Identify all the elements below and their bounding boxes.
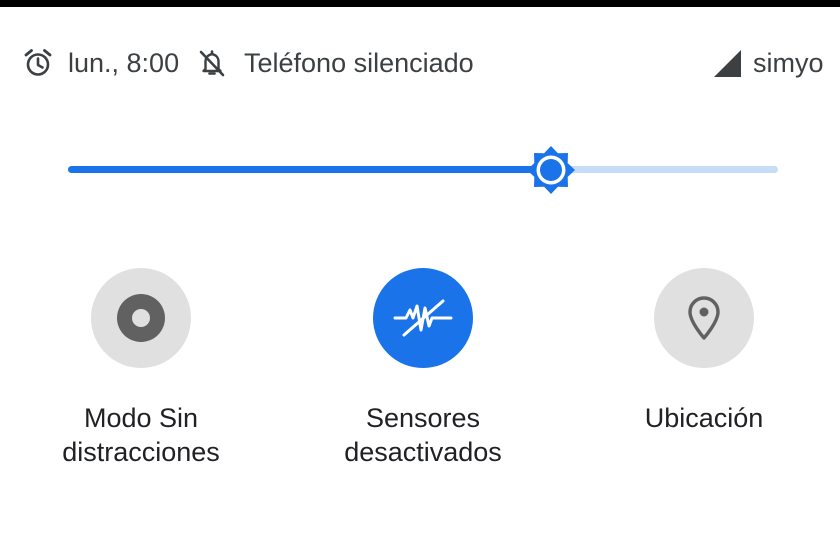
tile-location[interactable]: Ubicación (584, 268, 824, 435)
alarm-status[interactable]: lun., 8:00 (22, 40, 179, 86)
tile-location-label: Ubicación (584, 401, 824, 435)
quick-settings-panel: lun., 8:00 Teléfono silenciado simyo Mod… (0, 0, 840, 560)
alarm-time: lun., 8:00 (68, 47, 180, 78)
tile-sensors-off-label: Sensores desactivados (303, 401, 543, 469)
tile-focus-mode-button[interactable] (91, 268, 191, 368)
tile-sensors-off-button[interactable] (373, 268, 473, 368)
carrier-name: simyo (753, 47, 824, 78)
tile-sensors-off-label-line1: Sensores (365, 403, 481, 433)
tile-focus-mode[interactable]: Modo Sin distracciones (21, 268, 261, 469)
ringer-status-text: Teléfono silenciado (244, 47, 474, 78)
ringer-status[interactable]: Teléfono silenciado (196, 40, 474, 86)
location-pin-icon (686, 295, 722, 341)
tile-focus-mode-label-line2: distracciones (62, 437, 220, 467)
tile-focus-mode-label: Modo Sin distracciones (21, 401, 261, 469)
brightness-slider[interactable] (68, 145, 778, 195)
bell-off-icon (196, 47, 228, 79)
focus-mode-icon (116, 293, 166, 343)
tile-location-button[interactable] (654, 268, 754, 368)
tile-sensors-off-label-line2: desactivados (344, 437, 502, 467)
carrier-status: simyo (712, 40, 824, 86)
top-edge-bar (0, 0, 840, 7)
signal-icon (712, 47, 744, 79)
brightness-icon (526, 145, 576, 195)
tile-location-label-line1: Ubicación (644, 403, 764, 433)
tile-sensors-off[interactable]: Sensores desactivados (303, 268, 543, 469)
brightness-thumb[interactable] (526, 145, 576, 195)
tile-focus-mode-label-line1: Modo Sin (83, 403, 199, 433)
brightness-fill (68, 166, 551, 173)
status-row: lun., 8:00 Teléfono silenciado simyo (0, 40, 840, 86)
alarm-clock-icon (22, 47, 54, 79)
sensors-off-icon (393, 296, 453, 340)
